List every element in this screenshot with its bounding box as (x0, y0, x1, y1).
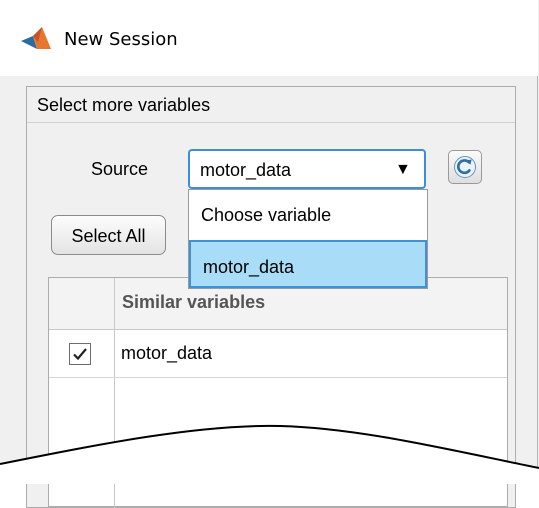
new-session-window: New Session Select more variables Source… (0, 0, 539, 508)
torn-edge (0, 424, 539, 484)
